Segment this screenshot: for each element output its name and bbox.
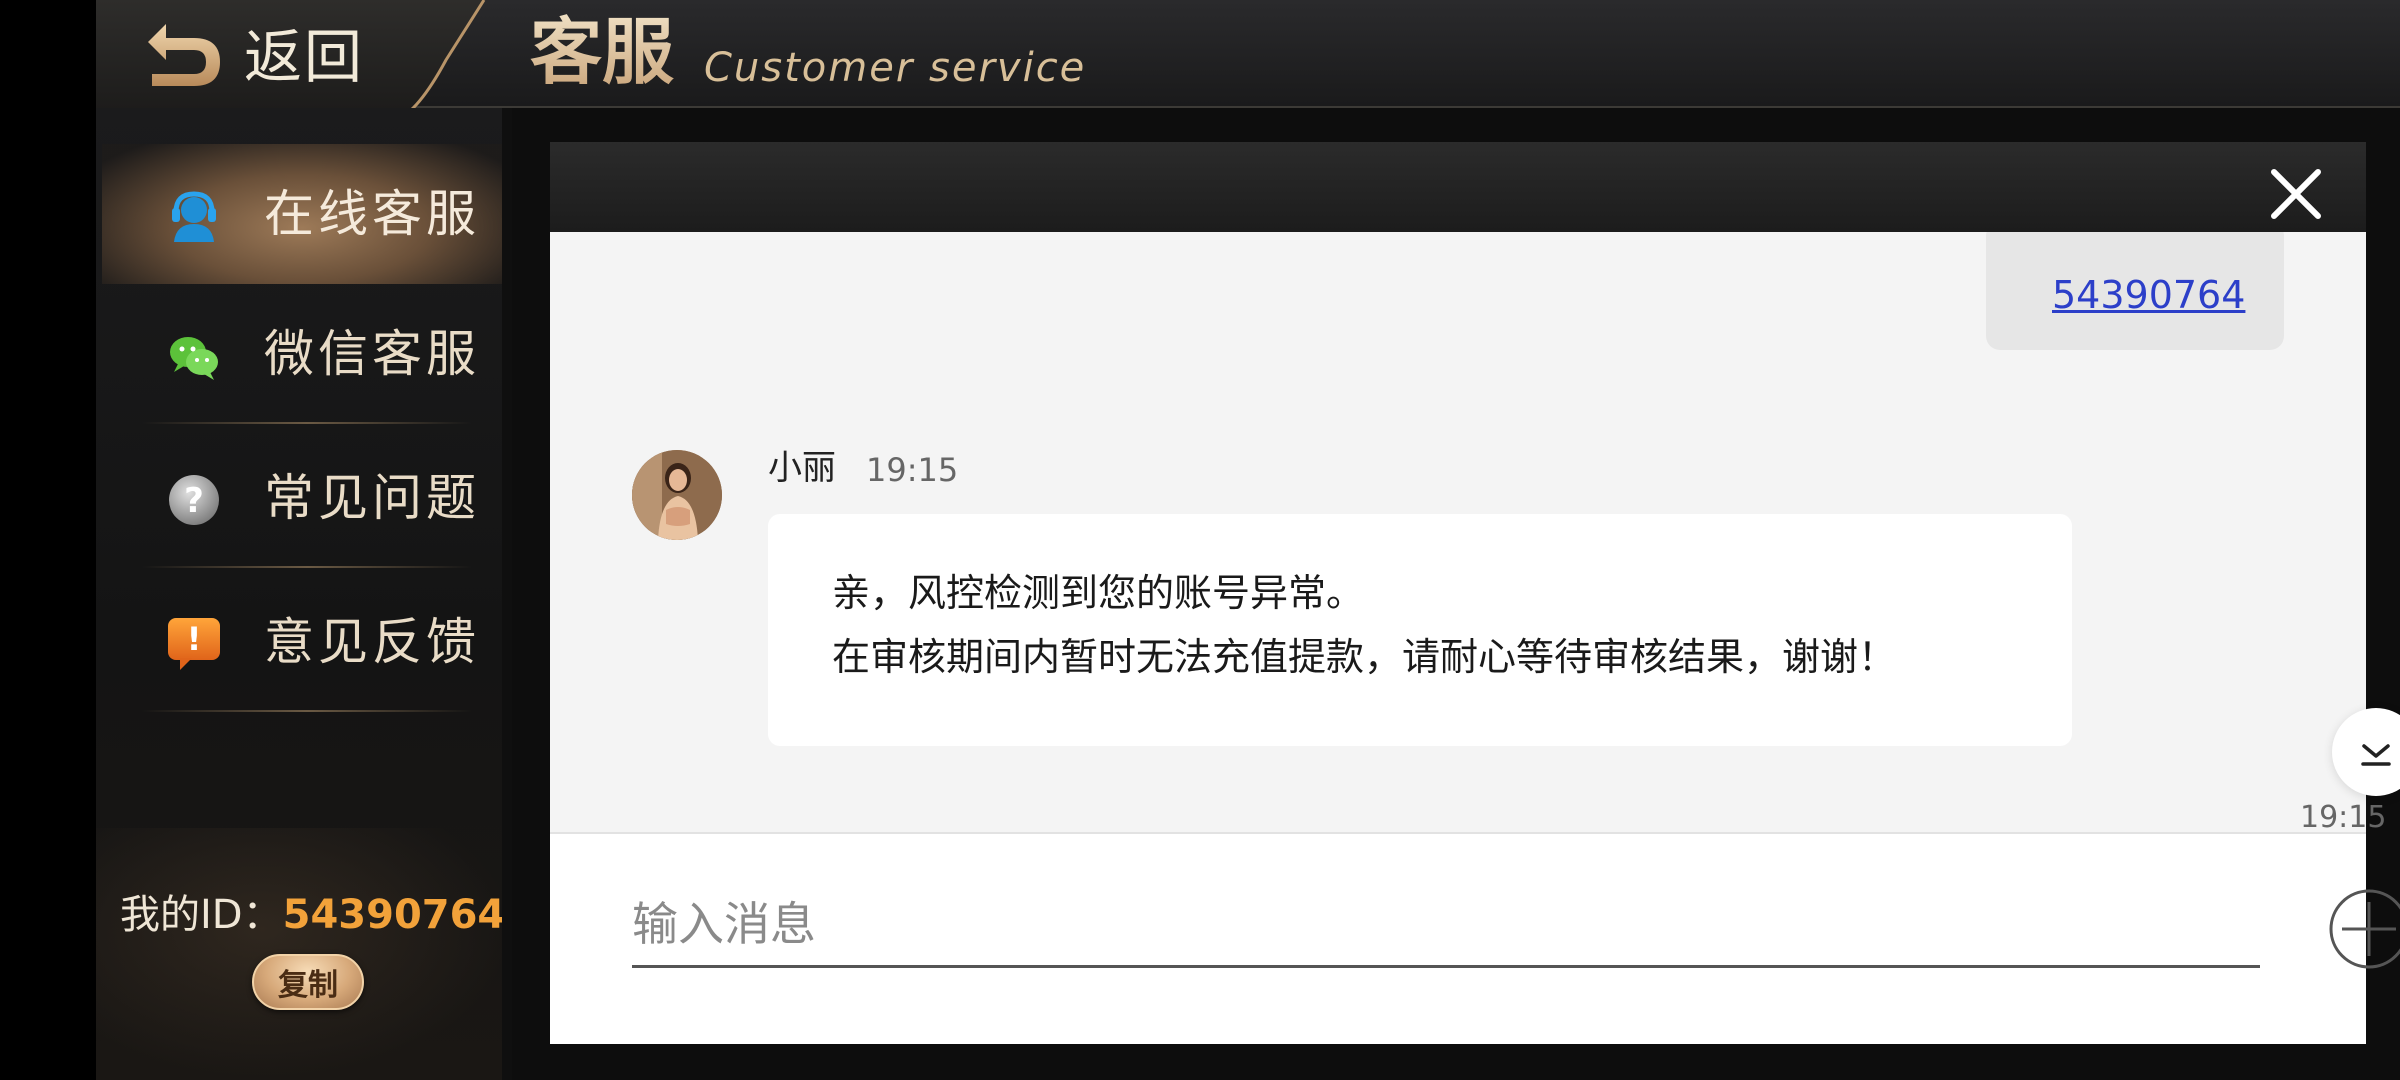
wechat-icon	[170, 337, 218, 380]
feedback-icon: !	[168, 618, 220, 670]
back-arrow-icon	[148, 24, 220, 86]
sidebar-divider	[142, 710, 472, 712]
user-message-link[interactable]: 54390764	[2052, 272, 2245, 318]
back-button[interactable]: 返回	[96, 0, 486, 124]
close-icon[interactable]	[2268, 166, 2324, 222]
sidebar-item-label: 在线客服	[264, 185, 480, 243]
sidebar-item-label: 常见问题	[264, 469, 480, 527]
chevron-down-icon	[2361, 744, 2391, 766]
my-id: 我的ID：54390764	[120, 890, 505, 940]
sidebar-item-feedback[interactable]: ! 意见反馈	[102, 572, 502, 712]
chat-top-bar	[550, 142, 2366, 232]
agent-name: 小丽	[768, 448, 836, 488]
user-message-bubble: 54390764	[1986, 232, 2284, 350]
agent-message-time: 19:15	[866, 451, 959, 489]
sidebar: 在线客服 微信客服 ? 常见问题 ! 意见反馈 我的ID：54390764 复制	[96, 108, 512, 1080]
sidebar-item-label: 意见反馈	[264, 613, 480, 671]
agent-message-bubble: 亲，风控检测到您的账号异常。 在审核期间内暂时无法充值提款，请耐心等待审核结果，…	[768, 514, 2072, 746]
sidebar-item-wechat-service[interactable]: 微信客服	[102, 284, 502, 424]
agent-avatar	[632, 450, 722, 540]
copy-id-button[interactable]: 复制	[252, 954, 364, 1010]
my-id-value: 54390764	[282, 892, 506, 938]
message-list[interactable]: 54390764 小丽 19:15 亲，风控检测到您的账号异常。 在审核期间内暂…	[550, 232, 2366, 832]
page-title: 客服	[530, 10, 675, 94]
agent-message-line: 亲，风控检测到您的账号异常。	[832, 571, 1365, 615]
sidebar-divider	[142, 566, 472, 568]
input-area	[550, 832, 2400, 1044]
header-bar: 返回 客服 Customer service	[96, 0, 2400, 124]
svg-text:!: !	[187, 620, 202, 658]
chat-panel: 54390764 小丽 19:15 亲，风控检测到您的账号异常。 在审核期间内暂…	[550, 142, 2400, 1044]
sidebar-item-online-service[interactable]: 在线客服	[102, 144, 502, 284]
agent-message-line: 在审核期间内暂时无法充值提款，请耐心等待审核结果，谢谢！	[832, 635, 1897, 679]
add-attachment-icon[interactable]	[2328, 888, 2400, 970]
page-subtitle: Customer service	[704, 45, 1087, 91]
back-label: 返回	[244, 23, 365, 91]
sidebar-divider	[142, 422, 472, 424]
my-id-label: 我的ID：	[120, 892, 283, 938]
avatar-image	[632, 450, 722, 540]
app-root: 返回 客服 Customer service 在线客服 微信客服 ? 常见问题 …	[96, 0, 2400, 1080]
sidebar-item-faq[interactable]: ? 常见问题	[102, 428, 502, 568]
question-icon: ?	[169, 475, 219, 525]
scroll-to-bottom-button[interactable]	[2332, 708, 2400, 796]
svg-text:?: ?	[184, 481, 204, 521]
headset-icon	[172, 191, 216, 242]
message-input[interactable]	[632, 882, 2260, 968]
sidebar-item-label: 微信客服	[264, 325, 480, 383]
